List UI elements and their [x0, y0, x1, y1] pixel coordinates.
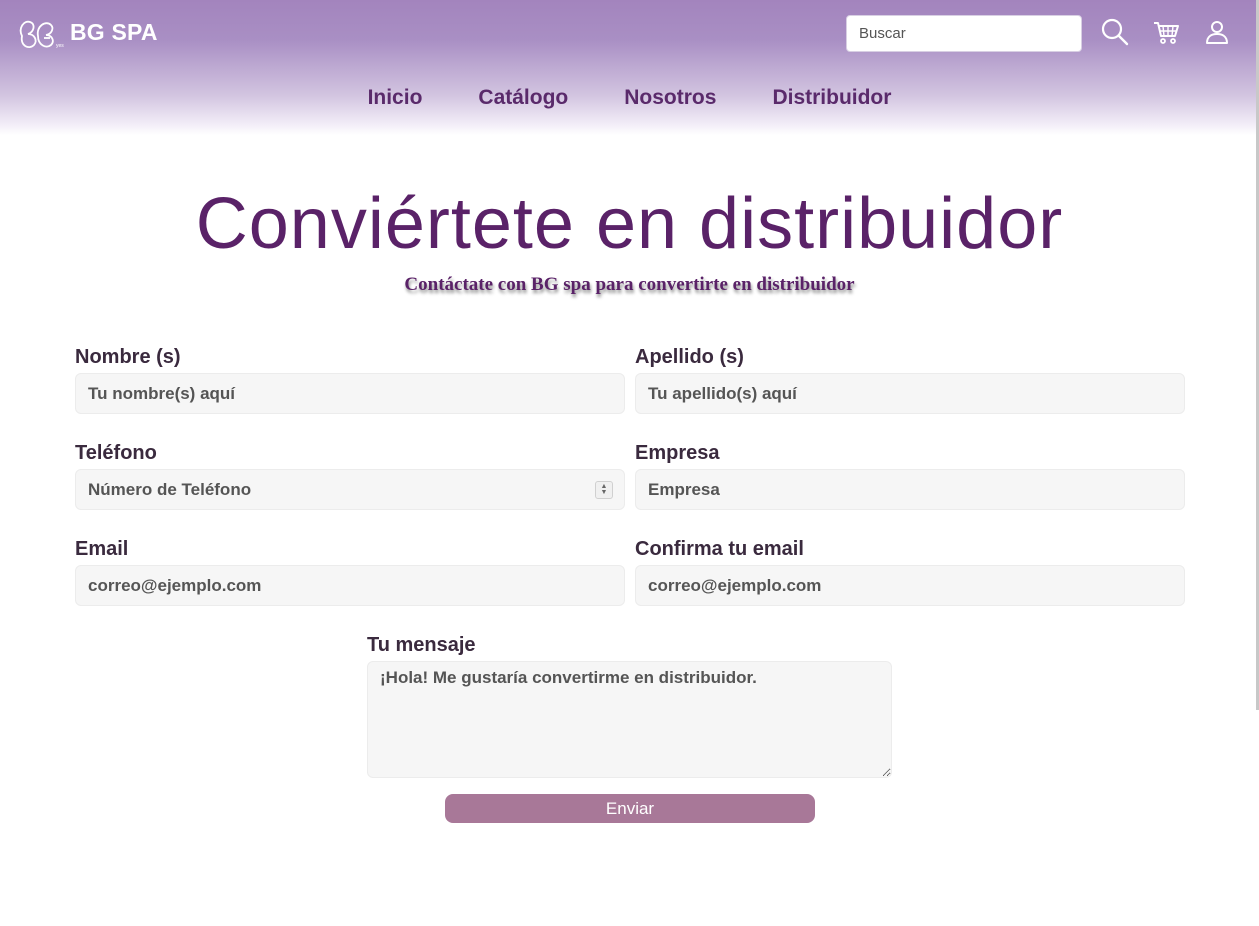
nav-item-distribuidor[interactable]: Distribuidor [772, 86, 891, 110]
nav-item-catalogo[interactable]: Catálogo [478, 86, 568, 110]
phone-field[interactable] [75, 469, 625, 510]
page-subtitle: Contáctate con BG spa para convertirte e… [404, 274, 855, 295]
phone-label: Teléfono [75, 442, 157, 464]
first-name-field[interactable] [75, 373, 625, 414]
email-field[interactable] [75, 565, 625, 606]
last-name-field[interactable] [635, 373, 1185, 414]
company-field[interactable] [635, 469, 1185, 510]
nav-item-nosotros[interactable]: Nosotros [624, 86, 716, 110]
page-title: Conviértete en distribuidor [195, 184, 1064, 264]
first-name-label: Nombre (s) [75, 346, 181, 368]
search-icon[interactable] [1099, 16, 1131, 48]
phone-stepper[interactable]: ▲ ▼ [595, 481, 613, 499]
submit-button[interactable]: Enviar [445, 794, 815, 823]
brand-logo[interactable]: yes BG SPA [16, 14, 158, 50]
message-label: Tu mensaje [367, 634, 476, 656]
confirm-email-field[interactable] [635, 565, 1185, 606]
last-name-label: Apellido (s) [635, 346, 744, 368]
email-label: Email [75, 538, 129, 560]
user-icon[interactable] [1201, 16, 1233, 48]
main-nav: Inicio Catálogo Nosotros Distribuidor [0, 86, 1259, 110]
chevron-down-icon: ▼ [600, 489, 608, 496]
cart-icon[interactable] [1150, 16, 1182, 48]
company-label: Empresa [635, 442, 720, 464]
bg-logo-icon: yes [19, 20, 64, 49]
brand-name: BG SPA [70, 18, 158, 45]
confirm-email-label: Confirma tu email [635, 538, 804, 560]
nav-item-inicio[interactable]: Inicio [368, 86, 423, 110]
site-header: yes BG SPA Inicio Catálogo Nosotros Dist… [0, 0, 1259, 135]
message-field[interactable] [367, 661, 892, 778]
search-input[interactable] [846, 15, 1082, 52]
svg-text:yes: yes [56, 43, 64, 49]
